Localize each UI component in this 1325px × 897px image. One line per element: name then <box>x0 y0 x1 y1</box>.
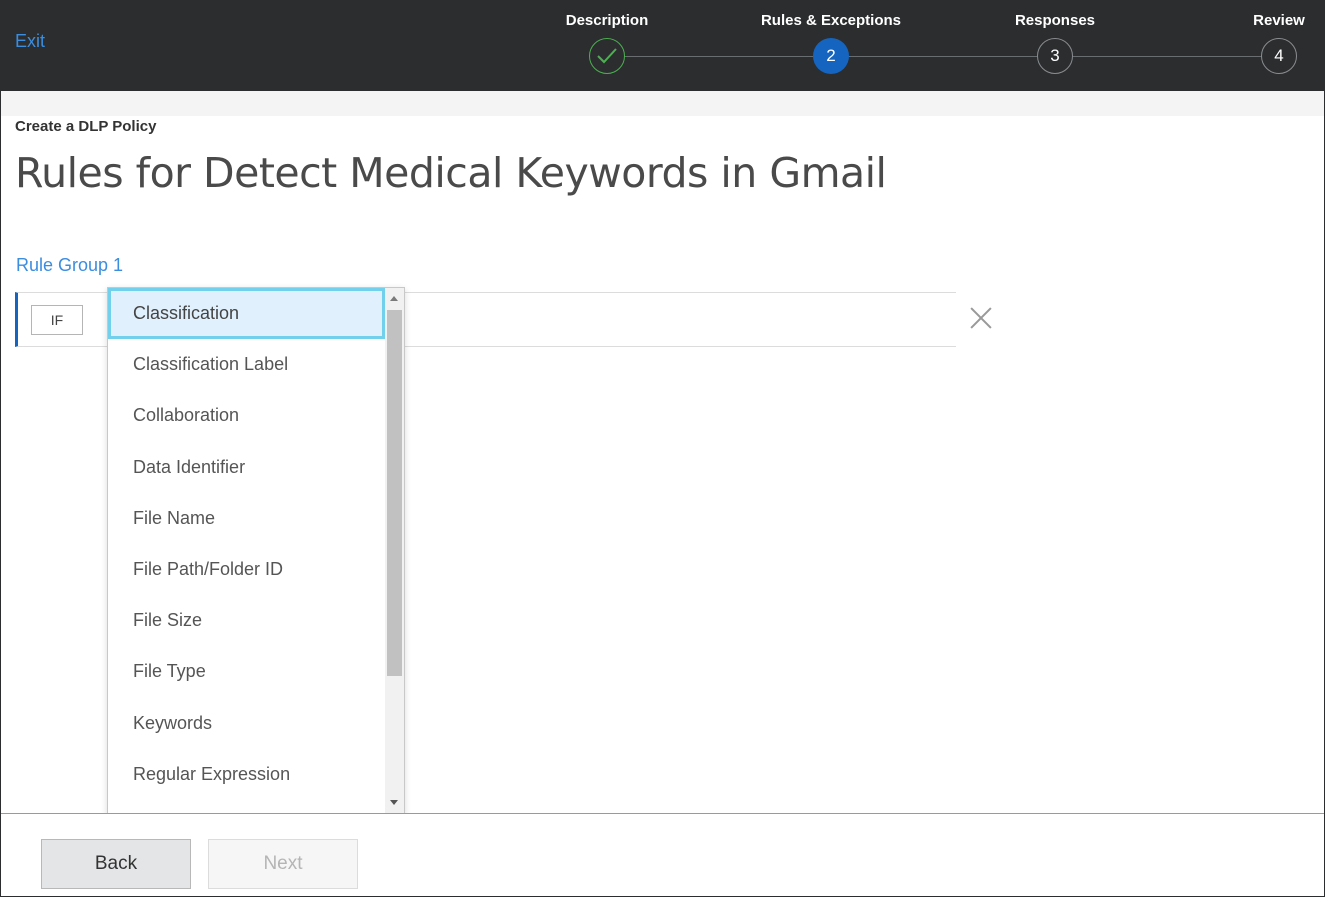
dropdown-option[interactable]: Keywords <box>108 698 385 749</box>
step-label-rules-exceptions: Rules & Exceptions <box>760 12 902 29</box>
step-label-responses: Responses <box>1014 12 1096 29</box>
close-icon[interactable] <box>967 303 995 331</box>
next-button[interactable]: Next <box>208 839 358 889</box>
dropdown-options-list: Classification Classification Label Coll… <box>108 288 385 800</box>
subheader-strip <box>1 91 1324 116</box>
checkmark-icon <box>597 48 617 64</box>
back-button[interactable]: Back <box>41 839 191 889</box>
exit-link[interactable]: Exit <box>15 31 45 52</box>
scroll-down-arrow-icon[interactable] <box>390 800 398 805</box>
dropdown-option[interactable]: File Type <box>108 646 385 697</box>
wizard-header: Exit Description Rules & Exceptions 2 Re… <box>1 1 1324 91</box>
step-label-review: Review <box>1253 12 1305 29</box>
dropdown-option[interactable]: File Size <box>108 595 385 646</box>
dropdown-option[interactable]: Classification Label <box>108 339 385 390</box>
scroll-up-arrow-icon[interactable] <box>390 296 398 301</box>
dropdown-option[interactable]: Classification <box>108 288 385 340</box>
breadcrumb: Create a DLP Policy <box>15 118 157 135</box>
scrollbar-thumb[interactable] <box>387 310 402 676</box>
dropdown-option[interactable]: Regular Expression <box>108 749 385 800</box>
condition-type-dropdown[interactable]: Classification Classification Label Coll… <box>107 287 405 814</box>
step-label-description: Description <box>565 12 649 29</box>
step-3-number: 3 <box>1050 46 1060 65</box>
step-2-number: 2 <box>826 46 836 65</box>
app-window: Exit Description Rules & Exceptions 2 Re… <box>0 0 1325 897</box>
dropdown-option[interactable]: Data Identifier <box>108 442 385 493</box>
step-4-number: 4 <box>1274 46 1284 65</box>
dropdown-option[interactable]: File Name <box>108 493 385 544</box>
if-operator-badge: IF <box>31 305 83 335</box>
rule-group-title[interactable]: Rule Group 1 <box>16 255 123 276</box>
wizard-footer <box>1 813 1324 896</box>
step-3-indicator[interactable]: 3 <box>1037 38 1073 74</box>
step-1-complete-indicator[interactable] <box>589 38 625 74</box>
step-2-indicator[interactable]: 2 <box>813 38 849 74</box>
dropdown-option[interactable]: Collaboration <box>108 390 385 441</box>
page-title: Rules for Detect Medical Keywords in Gma… <box>15 149 887 197</box>
step-4-indicator[interactable]: 4 <box>1261 38 1297 74</box>
dropdown-option[interactable]: File Path/Folder ID <box>108 544 385 595</box>
stepper-track <box>607 56 1279 57</box>
dropdown-scrollbar[interactable] <box>385 288 404 813</box>
